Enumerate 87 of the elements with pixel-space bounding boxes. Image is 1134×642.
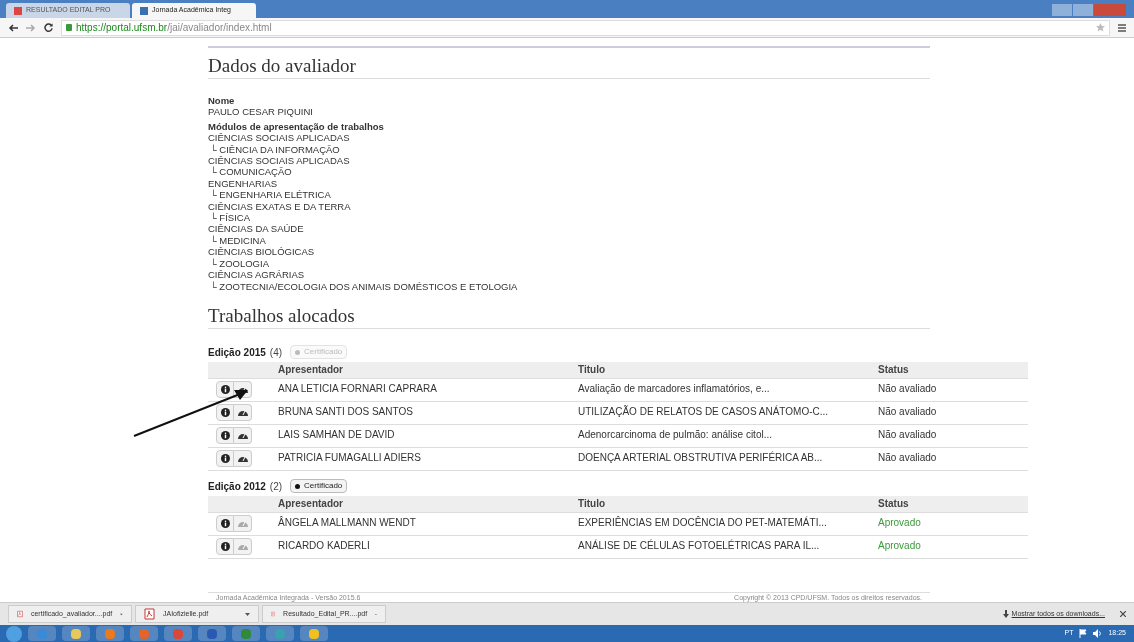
title-cell-text: DOENÇA ARTERIAL OBSTRUTIVA PERIFÉRICA AB...	[578, 450, 824, 465]
reload-icon[interactable]	[44, 23, 53, 32]
status-cell-text: Aprovado	[878, 515, 922, 530]
info-icon	[220, 407, 230, 417]
field-label: Módulos de apresentação de trabalhos	[208, 120, 384, 133]
presenter-cell-text: BRUNA SANTI DOS SANTOS	[278, 404, 414, 419]
column-header: Apresentador	[278, 363, 344, 378]
address-bar[interactable]: https://portal.ufsm.br/jai/avaliador/index.html	[61, 19, 1110, 36]
start-button[interactable]	[6, 625, 22, 642]
dashboard-icon	[237, 519, 248, 528]
section-title: Dados do avaliador	[208, 54, 356, 78]
lock-icon	[66, 24, 72, 31]
dashboard-icon	[237, 408, 248, 417]
info-button[interactable]	[216, 403, 234, 421]
module-subarea: └ CIÊNCIA DA INFORMAÇÃO	[209, 143, 340, 156]
presenter-cell-text: ANA LETICIA FORNARI CAPRARA	[278, 381, 438, 396]
module-area: CIÊNCIAS DA SAÚDE	[208, 223, 304, 235]
close-icon[interactable]	[1120, 611, 1126, 617]
info-button[interactable]	[216, 380, 234, 398]
menu-icon[interactable]	[1118, 23, 1126, 32]
tab-favicon-icon	[14, 6, 22, 15]
certificate-badge[interactable]: Certificado	[290, 479, 348, 494]
edition-count: (4)	[269, 345, 283, 360]
taskbar-app-icon[interactable]	[266, 626, 294, 641]
module-area: CIÊNCIAS SOCIAIS APLICADAS	[208, 132, 350, 144]
taskbar-app-icon[interactable]	[300, 626, 328, 641]
edition-heading: Edição 2012	[208, 479, 266, 494]
dashboard-icon	[237, 542, 248, 551]
module-subarea: └ COMUNICAÇÃO	[209, 166, 292, 178]
column-header: Status	[878, 363, 910, 378]
info-button[interactable]	[216, 514, 234, 532]
presenter-cell-text: RICARDO KADERLI	[278, 538, 371, 553]
presenter-cell-text: PATRICIA FUMAGALLI ADIERS	[278, 450, 422, 465]
title-cell-text: EXPERIÊNCIAS EM DOCÊNCIA DO PET-MATEMÁTI...	[578, 515, 828, 530]
evaluate-button[interactable]	[234, 403, 252, 421]
section-title: Trabalhos alocados	[208, 303, 355, 328]
info-icon	[220, 384, 230, 394]
info-icon	[220, 453, 230, 463]
module-subarea: └ ZOOTECNIA/ECOLOGIA DOS ANIMAIS DOMÉSTICOS E ETOLOGIA	[209, 280, 518, 292]
status-cell-text: Não avaliado	[878, 450, 938, 465]
evaluate-button[interactable]	[234, 426, 252, 444]
taskbar-app-icon[interactable]	[198, 626, 226, 641]
dashboard-icon	[237, 431, 248, 440]
speaker-icon[interactable]	[1093, 629, 1103, 638]
status-cell-text: Não avaliado	[878, 381, 938, 396]
edition-heading: Edição 2015	[208, 345, 266, 360]
title-cell-text: ANÁLISE DE CÉLULAS FOTOELÉTRICAS PARA IL...	[578, 538, 821, 553]
star-icon[interactable]	[1096, 23, 1105, 32]
tab-favicon-icon	[140, 6, 148, 15]
module-subarea: └ ZOOLOGIA	[209, 257, 269, 270]
module-area: CIÊNCIAS EXATAS E DA TERRA	[208, 200, 351, 213]
status-cell-text: Não avaliado	[878, 404, 938, 419]
info-button[interactable]	[216, 449, 234, 467]
info-icon	[220, 541, 230, 551]
taskbar-app-icon[interactable]	[96, 626, 124, 641]
flag-icon[interactable]	[1079, 629, 1088, 638]
back-icon[interactable]	[8, 23, 18, 32]
module-subarea: └ ENGENHARIA ELÉTRICA	[209, 189, 331, 201]
title-cell-text: Adenorcarcinoma de pulmão: análise citol...	[578, 427, 773, 442]
title-cell-text: UTILIZAÇÃO DE RELATOS DE CASOS ANÁTOMO-C...	[578, 404, 830, 419]
dashboard-icon	[237, 454, 248, 463]
evaluator-name: PAULO CESAR PIQUINI	[208, 106, 313, 118]
module-subarea: └ MEDICINA	[209, 234, 266, 247]
title-cell-text: Avaliação de marcadores inflamatórios, e...	[578, 381, 771, 396]
module-area: CIÊNCIAS BIOLÓGICAS	[208, 246, 315, 258]
status-cell-text: Aprovado	[878, 538, 922, 553]
info-button[interactable]	[216, 537, 234, 555]
column-header: Status	[878, 497, 910, 512]
download-icon	[1002, 610, 1009, 618]
info-icon	[220, 430, 230, 440]
taskbar-app-icon[interactable]	[62, 626, 90, 641]
status-cell-text: Não avaliado	[878, 427, 938, 442]
column-header: Titulo	[578, 497, 607, 512]
column-header: Titulo	[578, 363, 607, 378]
info-button[interactable]	[216, 426, 234, 444]
evaluate-button[interactable]	[234, 449, 252, 467]
column-header: Apresentador	[278, 497, 344, 512]
module-area: ENGENHARIAS	[208, 177, 278, 190]
field-label: Nome	[208, 95, 235, 107]
presenter-cell-text: ÂNGELA MALLMANN WENDT	[278, 515, 417, 530]
module-subarea: └ FÍSICA	[209, 212, 250, 224]
forward-icon[interactable]	[26, 23, 36, 32]
presenter-cell-text: LAIS SAMHAN DE DAVID	[278, 427, 396, 442]
info-icon	[220, 518, 230, 528]
module-area: CIÊNCIAS SOCIAIS APLICADAS	[208, 155, 350, 167]
module-area: CIÊNCIAS AGRÁRIAS	[208, 269, 305, 281]
edition-count: (2)	[269, 479, 283, 494]
